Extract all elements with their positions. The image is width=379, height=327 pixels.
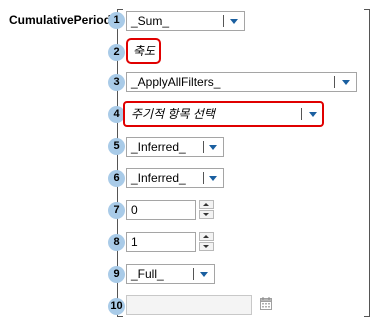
param-10-date-input xyxy=(126,295,252,315)
param-1-value: _Sum_ xyxy=(131,14,170,28)
chevron-down-icon[interactable] xyxy=(209,145,217,150)
param-7-number-input[interactable]: 0 xyxy=(126,200,196,220)
dropdown-separator xyxy=(203,141,204,153)
param-9-value: _Full_ xyxy=(131,267,164,281)
param-3-dropdown[interactable]: _ApplyAllFilters_ xyxy=(126,72,357,92)
param-number-8: 8 xyxy=(108,234,125,251)
param-8-value: 1 xyxy=(131,235,138,249)
param-4-value: 주기적 항목 선택 xyxy=(131,107,215,121)
right-bracket xyxy=(364,9,370,317)
spin-down-button[interactable] xyxy=(199,210,214,219)
spin-up-button[interactable] xyxy=(199,232,214,241)
param-number-6: 6 xyxy=(108,170,125,187)
spin-down-button[interactable] xyxy=(199,242,214,251)
param-6-value: _Inferred_ xyxy=(131,171,186,185)
param-6-dropdown[interactable]: _Inferred_ xyxy=(126,168,224,188)
param-number-5: 5 xyxy=(108,138,125,155)
param-2-text-input[interactable]: 축도 xyxy=(126,38,161,64)
param-number-3: 3 xyxy=(108,74,125,91)
dropdown-separator xyxy=(203,172,204,184)
arrow-up-icon xyxy=(203,203,209,206)
chevron-down-icon[interactable] xyxy=(309,112,317,117)
param-5-value: _Inferred_ xyxy=(131,140,186,154)
arrow-down-icon xyxy=(203,245,209,248)
chevron-down-icon[interactable] xyxy=(342,80,350,85)
dropdown-separator xyxy=(193,268,194,280)
param-number-7: 7 xyxy=(108,202,125,219)
param-1-dropdown[interactable]: _Sum_ xyxy=(126,11,245,31)
param-5-dropdown[interactable]: _Inferred_ xyxy=(126,137,224,157)
param-3-value: _ApplyAllFilters_ xyxy=(131,75,221,89)
param-8-spinner[interactable] xyxy=(199,232,215,252)
param-number-10: 10 xyxy=(108,298,125,315)
dropdown-separator xyxy=(334,76,335,88)
dropdown-separator xyxy=(301,108,302,120)
param-number-2: 2 xyxy=(108,44,125,61)
arrow-down-icon xyxy=(203,213,209,216)
param-7-value: 0 xyxy=(131,203,138,217)
function-name: CumulativePeriod xyxy=(9,13,112,27)
param-number-1: 1 xyxy=(108,12,125,29)
param-4-dropdown[interactable]: 주기적 항목 선택 xyxy=(123,101,324,127)
chevron-down-icon[interactable] xyxy=(200,272,208,277)
param-9-dropdown[interactable]: _Full_ xyxy=(126,264,215,284)
chevron-down-icon[interactable] xyxy=(230,19,238,24)
chevron-down-icon[interactable] xyxy=(209,176,217,181)
arrow-up-icon xyxy=(203,235,209,238)
calendar-icon xyxy=(260,297,272,310)
param-7-spinner[interactable] xyxy=(199,200,215,220)
param-2-value: 축도 xyxy=(133,44,156,58)
param-8-number-input[interactable]: 1 xyxy=(126,232,196,252)
param-number-9: 9 xyxy=(108,266,125,283)
spin-up-button[interactable] xyxy=(199,200,214,209)
dropdown-separator xyxy=(223,15,224,27)
